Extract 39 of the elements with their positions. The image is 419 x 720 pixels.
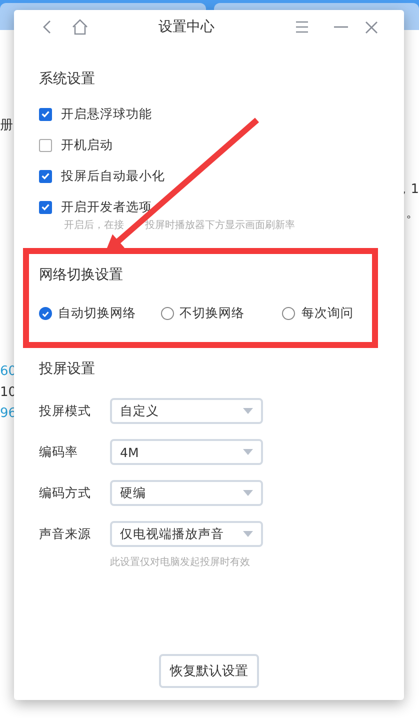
checkbox-label: 开启悬浮球功能 bbox=[61, 106, 152, 122]
section-title: 系统设置 bbox=[39, 70, 96, 88]
radio-label: 每次询问 bbox=[301, 305, 354, 322]
dropdown-field[interactable]: 4M bbox=[110, 439, 263, 465]
checkbox[interactable] bbox=[39, 108, 52, 120]
radio-button[interactable] bbox=[160, 307, 174, 320]
caret-icon bbox=[243, 490, 253, 496]
radio-button[interactable] bbox=[282, 307, 296, 320]
home-icon[interactable] bbox=[72, 19, 88, 35]
checkbox[interactable] bbox=[39, 138, 52, 152]
menu-icon[interactable] bbox=[295, 20, 309, 34]
field-label: 编码方式 bbox=[39, 484, 92, 502]
minimize-icon[interactable] bbox=[334, 26, 348, 28]
close-icon[interactable] bbox=[365, 20, 378, 34]
radio-button[interactable] bbox=[39, 307, 52, 320]
checkbox-label: 开机启动 bbox=[61, 136, 113, 154]
radio-label: 不切换网络 bbox=[180, 305, 245, 322]
checkbox-label: 投屏后自动最小化 bbox=[61, 168, 165, 184]
hint-text: 此设置仅对电脑发起投屏时有效 bbox=[110, 556, 251, 569]
dropdown-field[interactable]: 自定义 bbox=[110, 398, 263, 424]
section-title: 网络切换设置 bbox=[39, 266, 124, 284]
section-title: 投屏设置 bbox=[39, 360, 96, 378]
caret-icon bbox=[243, 531, 253, 537]
page-text-fragment: 。 bbox=[406, 205, 419, 222]
caret-icon bbox=[243, 449, 253, 455]
checkbox[interactable] bbox=[39, 200, 52, 214]
field-label: 编码率 bbox=[39, 444, 79, 460]
field-label: 投屏模式 bbox=[39, 402, 92, 420]
hint-text: 开启后，在接 bbox=[64, 218, 124, 232]
caret-icon bbox=[243, 408, 253, 414]
dropdown-field[interactable]: 仅电视端播放声音 bbox=[110, 521, 263, 547]
window-title: 设置中心 bbox=[158, 18, 216, 36]
dropdown-field[interactable]: 硬编 bbox=[110, 480, 263, 506]
radio-label: 自动切换网络 bbox=[58, 305, 136, 322]
field-label: 声音来源 bbox=[39, 526, 92, 542]
reset-button[interactable]: 恢复默认设置 bbox=[159, 654, 259, 688]
hint-text: 投屏时播放器下方显示画面刷新率 bbox=[145, 218, 295, 232]
checkbox[interactable] bbox=[39, 170, 52, 182]
page-text-fragment: 册 bbox=[0, 117, 14, 134]
